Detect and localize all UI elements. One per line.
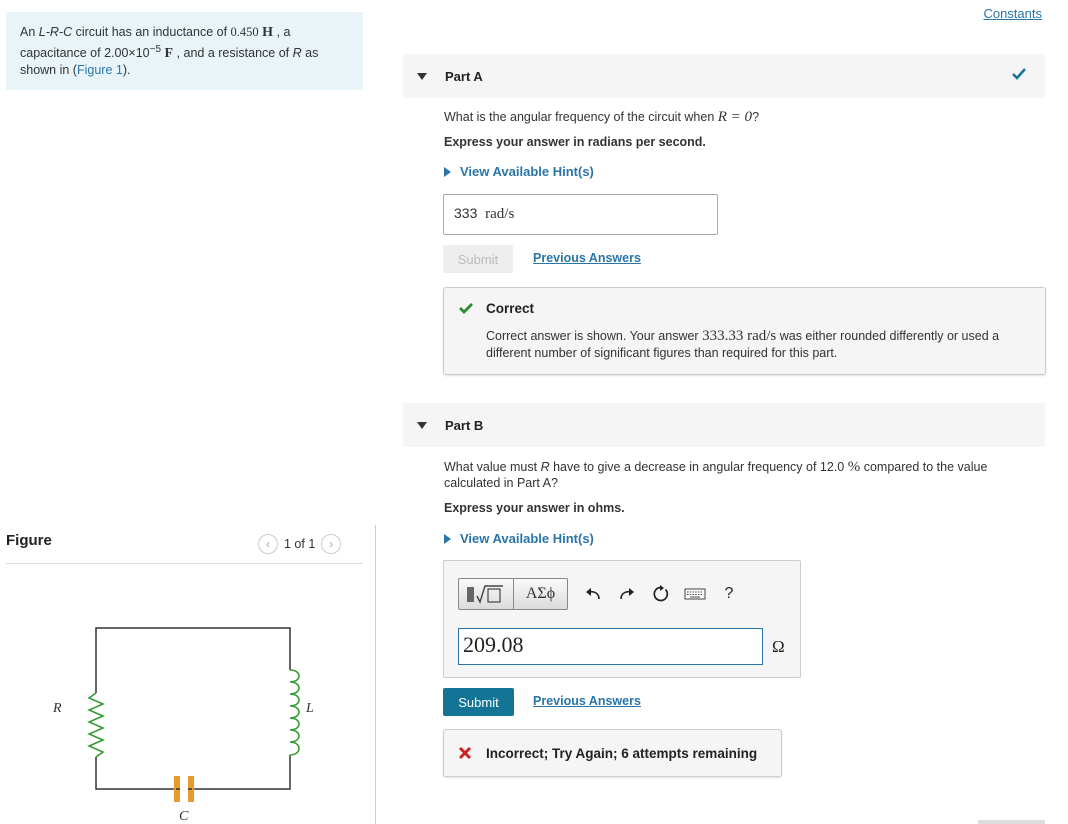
problem-statement: An L-R-C circuit has an inductance of 0.… <box>6 12 363 90</box>
templates-button[interactable] <box>458 578 514 610</box>
part-b-feedback: Incorrect; Try Again; 6 attempts remaini… <box>443 729 782 777</box>
reset-icon[interactable] <box>644 578 678 610</box>
problem-text: circuit has an inductance of <box>72 25 231 39</box>
template-icon <box>467 585 503 604</box>
question-symbol: R <box>540 460 550 474</box>
inductor-label: L <box>305 701 314 716</box>
expand-triangle-icon <box>444 533 451 544</box>
part-b-title: Part B <box>445 417 484 433</box>
feedback-answer-value: 333.33 rad/s <box>702 328 777 344</box>
part-b-previous-answers-link[interactable]: Previous Answers <box>533 694 641 708</box>
part-b-header[interactable]: Part B <box>403 403 1045 447</box>
figure-pager: ‹ 1 of 1 › <box>258 534 342 554</box>
part-b-answer-unit: Ω <box>772 637 785 656</box>
resistor-symbol <box>87 692 105 758</box>
part-b-answer-input[interactable]: 209.08 <box>458 628 763 665</box>
part-a-submit-button[interactable]: Submit <box>443 245 513 273</box>
figure-page-count: 1 of 1 <box>284 537 316 551</box>
part-b-question: What value must R have to give a decreas… <box>444 459 988 490</box>
part-a-feedback: Correct Correct answer is shown. Your an… <box>443 287 1046 375</box>
capacitance-unit: F <box>164 46 174 62</box>
help-icon[interactable]: ? <box>712 578 746 610</box>
prev-figure-button[interactable]: ‹ <box>258 534 278 554</box>
capacitance-exponent: −5 <box>149 44 162 55</box>
part-b-hint-link[interactable]: View Available Hint(s) <box>444 531 594 546</box>
symbols-button[interactable]: ΑΣϕ <box>514 578 568 610</box>
part-a-answer-value: 333 <box>454 205 478 221</box>
problem-column: An L-R-C circuit has an inductance of 0.… <box>0 0 376 824</box>
incorrect-x-icon <box>458 746 472 760</box>
inductor-symbol <box>289 669 300 756</box>
redo-icon[interactable] <box>610 578 644 610</box>
column-divider <box>375 525 376 824</box>
checkmark-icon <box>1012 68 1026 80</box>
resistor-label: R <box>52 701 62 716</box>
capacitance-value: 2.00×10 <box>104 46 150 61</box>
inductance-unit: H <box>262 25 274 40</box>
problem-text: An <box>20 25 39 39</box>
top-wire <box>95 627 291 693</box>
part-a-question: What is the angular frequency of the cir… <box>444 109 760 125</box>
problem-text: ). <box>122 63 131 78</box>
circuit-type: L-R-C <box>38 25 73 39</box>
part-a-instruction: Express your answer in radians per secon… <box>444 135 706 149</box>
math-answer-editor: ΑΣϕ ? 209.08 Ω <box>443 560 801 678</box>
collapse-triangle-icon <box>417 421 427 429</box>
part-a-hint-link[interactable]: View Available Hint(s) <box>444 164 594 179</box>
correct-check-icon <box>459 303 473 314</box>
part-a-header[interactable]: Part A <box>403 54 1045 98</box>
part-a-title: Part A <box>445 68 483 84</box>
part-a-previous-answers-link[interactable]: Previous Answers <box>533 251 641 265</box>
bottom-left-wire <box>95 757 176 790</box>
feedback-heading: Incorrect; Try Again; 6 attempts remaini… <box>486 745 758 761</box>
part-b-submit-button[interactable]: Submit <box>443 688 514 716</box>
percent-symbol: % <box>847 459 861 475</box>
problem-text: , and a resistance of <box>173 46 293 61</box>
circuit-diagram: R L C <box>52 627 314 824</box>
capacitor-label: C <box>179 809 189 824</box>
feedback-heading: Correct <box>486 301 535 316</box>
part-b-instruction: Express your answer in ohms. <box>444 501 625 515</box>
part-a-answer-unit: rad/s <box>485 206 515 222</box>
collapse-triangle-icon <box>417 72 427 80</box>
next-figure-button[interactable]: › <box>321 534 342 554</box>
figure-title: Figure <box>6 532 52 549</box>
undo-icon[interactable] <box>576 578 610 610</box>
inductance-value: 0.450 <box>230 25 259 39</box>
keyboard-icon[interactable] <box>678 578 712 610</box>
resistance-symbol: R <box>292 46 302 61</box>
bottom-right-wire <box>192 755 291 790</box>
question-math: R = 0 <box>717 109 753 125</box>
expand-triangle-icon <box>444 166 451 177</box>
scroll-edge <box>978 820 1045 824</box>
constants-link[interactable]: Constants <box>983 6 1042 21</box>
editor-toolbar: ΑΣϕ ? <box>458 578 746 610</box>
part-a-answer-field[interactable]: 333 rad/s <box>443 194 718 235</box>
figure-divider <box>6 563 363 564</box>
figure-link[interactable]: Figure 1 <box>77 63 123 77</box>
feedback-body: Correct answer is shown. Your answer 333… <box>486 328 1000 360</box>
